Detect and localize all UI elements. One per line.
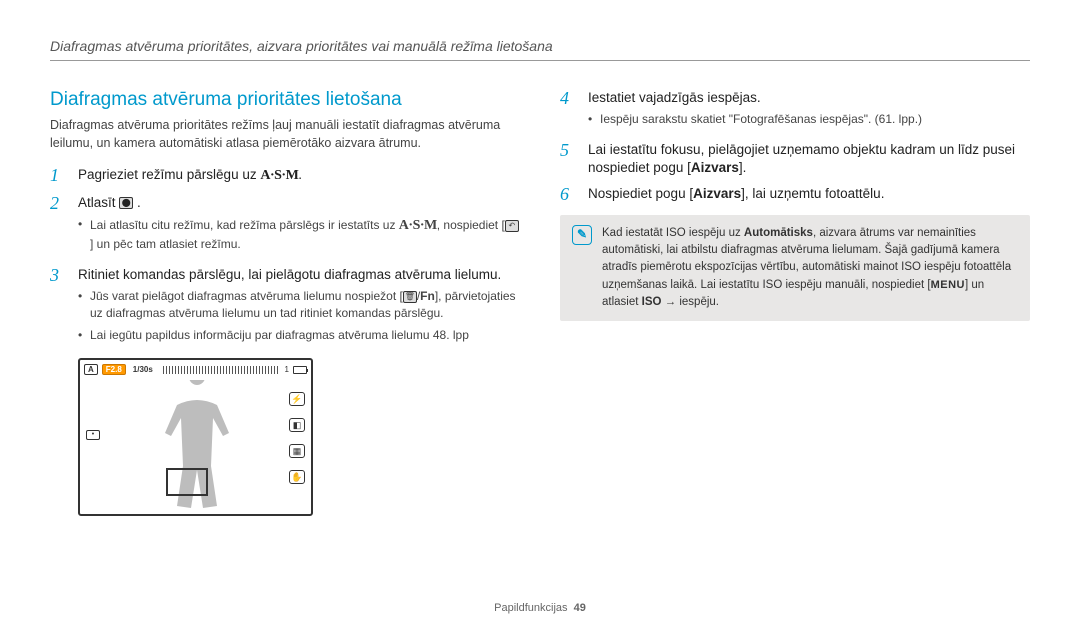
step-number: 1 [50, 166, 66, 186]
step-sub: Lai atlasītu citu režīmu, kad režīma pār… [78, 216, 520, 254]
mode-dial-icon: A·S·M [399, 218, 437, 233]
breadcrumb-header: Diafragmas atvēruma prioritātes, aizvara… [50, 38, 1030, 61]
step-4: 4 Iestatiet vajadzīgās iespējas. Iespēju… [560, 89, 1030, 133]
fn-label: Fn [420, 289, 435, 303]
step-number: 4 [560, 89, 576, 133]
right-column: 4 Iestatiet vajadzīgās iespējas. Iespēju… [560, 89, 1030, 516]
exposure-ruler [163, 366, 278, 374]
info-icon: ✎ [572, 225, 592, 245]
step-1: 1 Pagrieziet režīmu pārslēgu uz A·S·M. [50, 166, 520, 186]
shutter-label: Aizvars [691, 160, 739, 175]
step-text: Ritiniet komandas pārslēgu, lai pielāgot… [78, 267, 501, 282]
step-sub: Jūs varat pielāgot diafragmas atvēruma l… [78, 288, 520, 323]
stabilizer-icon: ✋ [289, 470, 305, 484]
step-sub: Lai iegūtu papildus informāciju par diaf… [78, 327, 520, 344]
step-number: 5 [560, 141, 576, 177]
step-3: 3 Ritiniet komandas pārslēgu, lai pielāg… [50, 266, 520, 348]
step-text: Iestatiet vajadzīgās iespējas. [588, 90, 761, 105]
step-number: 6 [560, 185, 576, 205]
step-text: Lai iestatītu fokusu, pielāgojiet uzņema… [588, 142, 1015, 175]
note-text: Kad iestatāt ISO iespēju uz Automātisks,… [602, 225, 1018, 311]
info-note: ✎ Kad iestatāt ISO iespēju uz Automātisk… [560, 215, 1030, 321]
step-text: Pagrieziet režīmu pārslēgu uz [78, 167, 260, 182]
metering-icon: ◧ [289, 418, 305, 432]
shutter-badge: 1/30s [130, 365, 156, 374]
focus-rectangle [166, 468, 208, 496]
step-number: 3 [50, 266, 66, 348]
step-2: 2 Atlasīt ⬤ . Lai atlasītu citu režīmu, … [50, 194, 520, 258]
intro-text: Diafragmas atvēruma prioritātes režīms ļ… [50, 117, 520, 152]
page-footer: Papildfunkcijas 49 [0, 602, 1080, 614]
step-sub: Iespēju sarakstu skatiet "Fotografēšanas… [588, 111, 1030, 128]
flash-icon: ⚡ [289, 392, 305, 406]
step-5: 5 Lai iestatītu fokusu, pielāgojiet uzņe… [560, 141, 1030, 177]
menu-button-label: MENU [931, 279, 965, 291]
left-column: Diafragmas atvēruma prioritātes lietošan… [50, 89, 520, 516]
sd-card-icon: • [86, 430, 100, 440]
back-icon: ↶ [505, 220, 519, 232]
section-title: Diafragmas atvēruma prioritātes lietošan… [50, 89, 520, 111]
trash-icon: 🗑 [403, 291, 417, 303]
aperture-mode-icon: ⬤ [119, 197, 133, 209]
aperture-badge: F2.8 [102, 364, 126, 375]
step-text: Nospiediet pogu [ [588, 186, 693, 201]
step-text: Atlasīt [78, 195, 119, 210]
step-number: 2 [50, 194, 66, 258]
shot-count: 1 [285, 365, 289, 374]
drive-icon: ▦ [289, 444, 305, 458]
mode-dial-icon: A·S·M [260, 168, 298, 183]
battery-icon [293, 366, 307, 374]
mode-badge: A [84, 364, 98, 375]
camera-preview: A F2.8 1/30s 1 • ⚡ ◧ ▦ ✋ [78, 358, 313, 516]
step-6: 6 Nospiediet pogu [Aizvars], lai uzņemtu… [560, 185, 1030, 205]
shutter-label: Aizvars [693, 186, 741, 201]
